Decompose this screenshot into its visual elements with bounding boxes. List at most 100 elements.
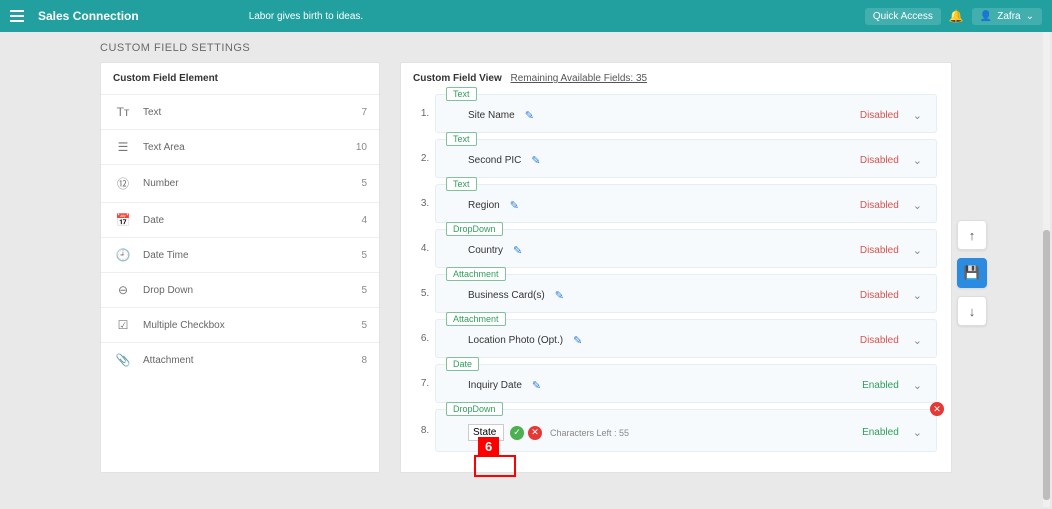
field-status: Enabled: [862, 380, 899, 391]
row-number: 2.: [415, 139, 435, 178]
top-bar: Sales Connection Labor gives birth to id…: [0, 0, 1052, 32]
element-label: Text: [143, 107, 361, 118]
element-type-icon: ☰: [113, 140, 133, 154]
element-label: Multiple Checkbox: [143, 320, 361, 331]
element-type-icon: ⊖: [113, 283, 133, 297]
field-type-badge: Text: [446, 87, 477, 101]
row-number: 1.: [415, 94, 435, 133]
field-row: 4.DropDownCountry✎Disabled⌄: [415, 229, 937, 268]
delete-icon[interactable]: ✕: [930, 402, 944, 416]
field-card[interactable]: DateInquiry Date✎Enabled⌄: [435, 364, 937, 403]
row-number: 7.: [415, 364, 435, 403]
field-card[interactable]: AttachmentLocation Photo (Opt.)✎Disabled…: [435, 319, 937, 358]
quick-access-button[interactable]: Quick Access: [865, 8, 941, 25]
element-row[interactable]: ⊖ Drop Down5: [101, 272, 379, 307]
right-panel-header: Custom Field View Remaining Available Fi…: [401, 63, 951, 94]
element-count: 5: [361, 285, 367, 296]
element-row[interactable]: 🕘 Date Time5: [101, 237, 379, 272]
element-label: Number: [143, 178, 361, 189]
expand-icon[interactable]: ⌄: [913, 244, 922, 257]
bell-icon[interactable]: 🔔: [949, 9, 964, 23]
expand-icon[interactable]: ⌄: [913, 199, 922, 212]
field-type-badge: Date: [446, 357, 479, 371]
element-label: Text Area: [143, 142, 356, 153]
element-type-icon: Tт: [113, 105, 133, 119]
field-card[interactable]: TextRegion✎Disabled⌄: [435, 184, 937, 223]
element-row[interactable]: ⑫Number5: [101, 164, 379, 202]
floating-actions: ↑ 💾 ↓: [957, 220, 987, 326]
field-name-label: Inquiry Date: [468, 380, 522, 391]
edit-icon[interactable]: ✎: [510, 199, 519, 212]
scroll-down-button[interactable]: ↓: [957, 296, 987, 326]
scroll-up-button[interactable]: ↑: [957, 220, 987, 250]
field-name-label: Site Name: [468, 110, 515, 121]
field-row: 7.DateInquiry Date✎Enabled⌄: [415, 364, 937, 403]
left-panel-title: Custom Field Element: [101, 63, 379, 94]
element-label: Attachment: [143, 355, 361, 366]
user-menu[interactable]: 👤 Zafra ⌄: [972, 8, 1042, 25]
element-row[interactable]: 📎Attachment8: [101, 342, 379, 377]
expand-icon[interactable]: ⌄: [913, 289, 922, 302]
edit-icon[interactable]: ✎: [525, 109, 534, 122]
field-card[interactable]: DropDown✕✓✕Characters Left : 55Enabled⌄: [435, 409, 937, 452]
field-card[interactable]: TextSite Name✎Disabled⌄: [435, 94, 937, 133]
field-type-badge: Attachment: [446, 312, 506, 326]
field-type-badge: DropDown: [446, 222, 503, 236]
user-name: Zafra: [997, 11, 1020, 22]
element-type-icon: 📅: [113, 213, 133, 227]
edit-icon[interactable]: ✎: [555, 289, 564, 302]
field-card[interactable]: TextSecond PIC✎Disabled⌄: [435, 139, 937, 178]
field-status: Enabled: [862, 427, 899, 438]
field-name-label: Location Photo (Opt.): [468, 335, 563, 346]
field-row: 6.AttachmentLocation Photo (Opt.)✎Disabl…: [415, 319, 937, 358]
edit-icon[interactable]: ✎: [531, 154, 540, 167]
scrollbar-thumb[interactable]: [1043, 230, 1050, 500]
field-card[interactable]: DropDownCountry✎Disabled⌄: [435, 229, 937, 268]
cancel-icon[interactable]: ✕: [528, 426, 542, 440]
edit-icon[interactable]: ✎: [573, 334, 582, 347]
remaining-fields-link[interactable]: Remaining Available Fields: 35: [511, 73, 648, 84]
user-icon: 👤: [980, 11, 992, 22]
save-button[interactable]: 💾: [957, 258, 987, 288]
element-row[interactable]: 📅Date4: [101, 202, 379, 237]
expand-icon[interactable]: ⌄: [913, 426, 922, 439]
hamburger-icon[interactable]: [10, 7, 28, 25]
brand-label: Sales Connection: [38, 9, 139, 23]
element-type-icon: 📎: [113, 353, 133, 367]
element-count: 5: [361, 320, 367, 331]
element-row[interactable]: ☰Text Area10: [101, 129, 379, 164]
field-status: Disabled: [860, 200, 899, 211]
expand-icon[interactable]: ⌄: [913, 379, 922, 392]
element-count: 7: [361, 107, 367, 118]
field-type-badge: Attachment: [446, 267, 506, 281]
field-row: 3.TextRegion✎Disabled⌄: [415, 184, 937, 223]
field-name-label: Business Card(s): [468, 290, 545, 301]
field-status: Disabled: [860, 290, 899, 301]
accept-icon[interactable]: ✓: [510, 426, 524, 440]
field-status: Disabled: [860, 110, 899, 121]
field-row: 2.TextSecond PIC✎Disabled⌄: [415, 139, 937, 178]
characters-left-label: Characters Left : 55: [550, 428, 629, 438]
edit-icon[interactable]: ✎: [532, 379, 541, 392]
field-name-label: Region: [468, 200, 500, 211]
expand-icon[interactable]: ⌄: [913, 109, 922, 122]
element-label: Date: [143, 215, 361, 226]
element-type-icon: 🕘: [113, 248, 133, 262]
element-count: 5: [361, 250, 367, 261]
right-panel-title: Custom Field View: [413, 73, 502, 84]
element-row[interactable]: Tт Text7: [101, 94, 379, 129]
element-type-icon: ⑫: [113, 175, 133, 192]
edit-icon[interactable]: ✎: [513, 244, 522, 257]
expand-icon[interactable]: ⌄: [913, 154, 922, 167]
row-number: 6.: [415, 319, 435, 358]
row-number: 8.: [415, 409, 435, 452]
custom-field-view-panel: Custom Field View Remaining Available Fi…: [400, 62, 952, 473]
row-number: 5.: [415, 274, 435, 313]
field-type-badge: DropDown: [446, 402, 503, 416]
element-row[interactable]: ☑Multiple Checkbox5: [101, 307, 379, 342]
field-card[interactable]: AttachmentBusiness Card(s)✎Disabled⌄: [435, 274, 937, 313]
element-label: Date Time: [143, 250, 361, 261]
expand-icon[interactable]: ⌄: [913, 334, 922, 347]
element-label: Drop Down: [143, 285, 361, 296]
callout-marker-6: 6: [478, 437, 499, 456]
